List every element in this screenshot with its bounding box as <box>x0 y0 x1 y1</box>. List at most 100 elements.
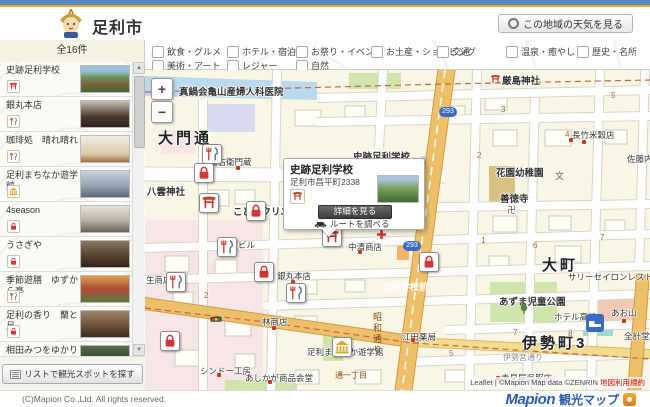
poi-dot <box>582 140 586 144</box>
restaurant-icon <box>7 150 20 163</box>
info-popup: 史跡足利学校 足利市昌平町2338 詳細を見る ルートを調べる <box>283 158 425 230</box>
map-marker-bag[interactable] <box>419 252 439 272</box>
map-marker-bag[interactable] <box>254 262 274 282</box>
block-number: 6 <box>533 241 537 250</box>
checkbox-box[interactable] <box>152 46 164 58</box>
spot-thumbnail <box>80 100 130 128</box>
spot-list-item[interactable]: 季節遊膳 ゆずから亭 <box>0 272 145 307</box>
map-canvas[interactable]: 真鍋会亀山産婦人科医院大門通茂右衛門蔵八雲神社こどもクリニック相沢ビル中清商店銀… <box>145 70 650 390</box>
attribution-text: Leaflet | ©Mapion Map data ©ZENRIN <box>470 378 598 387</box>
popup-address: 足利市昌平町2338 <box>290 176 360 188</box>
list-search-button-label: リストで観光スポットを探す <box>24 368 135 380</box>
map-label: 昭和通り <box>371 312 384 356</box>
popup-tail <box>322 229 336 237</box>
checkbox-box[interactable] <box>437 46 449 58</box>
checkbox-box[interactable] <box>577 46 589 58</box>
museum-icon <box>7 185 20 198</box>
spot-name: 4season <box>6 205 78 216</box>
scroll-down-button[interactable]: ▼ <box>133 344 145 356</box>
block-number: 1 <box>481 236 485 245</box>
spot-name: 相田みつをゆかりの店 めん割烹なか川 <box>6 345 78 356</box>
spot-thumbnail <box>80 65 130 93</box>
attribution-link[interactable]: 地図利用規約 <box>600 378 645 387</box>
checkbox-box[interactable] <box>506 46 518 58</box>
map-marker-torii[interactable] <box>199 193 219 213</box>
filter-label: ホテル・宿泊 <box>242 45 296 58</box>
footer-copyright: (C)Mapion Co.,Ltd. All rights reserved. <box>22 394 166 404</box>
map-label: 厳島神社 <box>502 73 540 87</box>
filter-label: 歴史・名所 <box>592 45 637 58</box>
map-label: 足利学校前 <box>383 280 428 293</box>
map-marker-signal[interactable] <box>209 312 223 326</box>
block-number: 8 <box>568 329 572 338</box>
poi-dot <box>236 166 240 170</box>
poi-dot <box>272 326 276 330</box>
map-label: 伊勢宮通り <box>503 352 543 363</box>
spot-list-item[interactable]: 4season <box>0 202 145 237</box>
filter-checkbox[interactable]: 温泉・癒やし <box>506 45 575 58</box>
spot-list-item[interactable]: 足利の香り 蘭と月 <box>0 307 145 342</box>
map-label: 佐藤内科 <box>627 153 650 165</box>
map-marker-bag[interactable] <box>160 331 180 351</box>
spot-list-item[interactable]: 相田みつをゆかりの店 めん割烹なか川 <box>0 342 145 356</box>
map-marker-tree[interactable] <box>518 303 530 315</box>
filter-label: 温泉・癒やし <box>521 45 575 58</box>
block-number: 7 <box>600 233 604 242</box>
poi-dot <box>411 338 415 342</box>
list-button-area: リストで観光スポットを探す <box>0 356 145 391</box>
spot-thumbnail <box>80 205 130 233</box>
filter-checkbox[interactable]: 歴史・名所 <box>577 45 637 58</box>
mapion-logo[interactable]: Mapion 観光マップ <box>505 391 636 407</box>
map-marker-fork[interactable] <box>217 237 237 257</box>
block-number: 7 <box>513 328 517 337</box>
map-label: 通一丁目 <box>335 370 367 381</box>
detail-button[interactable]: 詳細を見る <box>318 205 392 219</box>
weather-icon <box>508 18 519 29</box>
checkbox-box[interactable] <box>296 46 308 58</box>
restaurant-icon <box>7 290 20 303</box>
spot-list-item[interactable]: 史跡足利学校 <box>0 62 145 97</box>
scroll-thumb[interactable] <box>134 76 145 148</box>
spot-list-item[interactable]: 珈琲処 晴れ晴れ <box>0 132 145 167</box>
spot-list-item[interactable]: 銀丸本店 <box>0 97 145 132</box>
poi-dot <box>217 373 221 377</box>
torii-icon <box>290 189 305 204</box>
spot-name: 史跡足利学校 <box>6 65 78 76</box>
map-marker-fork[interactable] <box>202 144 222 164</box>
city-mascot-icon <box>56 9 86 39</box>
poi-dot <box>622 319 626 323</box>
spot-thumbnail <box>80 275 130 303</box>
map-marker-bag[interactable] <box>246 201 266 221</box>
map-label: 真鍋会亀山産婦人科医院 <box>179 84 284 98</box>
map-marker-museum[interactable] <box>332 337 352 357</box>
spot-list-item[interactable]: うさぎや <box>0 237 145 272</box>
zoom-out-button[interactable]: − <box>151 101 173 123</box>
map-label: あしかが商品会堂 <box>245 372 313 384</box>
block-number: 2 <box>204 291 208 300</box>
filter-checkbox[interactable]: 飲食・グルメ <box>152 45 221 58</box>
block-number: 5 <box>449 349 453 358</box>
filter-checkbox[interactable]: 交通 <box>437 45 470 58</box>
footer: (C)Mapion Co.,Ltd. All rights reserved. … <box>0 390 650 407</box>
zoom-in-button[interactable]: + <box>151 78 173 100</box>
map-marker-bag[interactable] <box>194 163 214 183</box>
checkbox-box[interactable] <box>227 46 239 58</box>
map-label: シンドー工房 <box>200 365 251 377</box>
map-marker-torii-plain[interactable] <box>490 74 501 85</box>
header: 足利市 この地域の天気を見る <box>0 7 650 41</box>
logo-badge-icon <box>623 393 636 406</box>
map-marker-hotel[interactable] <box>585 313 605 333</box>
car-icon <box>314 220 327 228</box>
scroll-up-button[interactable]: ▲ <box>133 62 145 74</box>
map-marker-fork[interactable] <box>286 283 306 303</box>
filter-checkbox[interactable]: ホテル・宿泊 <box>227 45 296 58</box>
filter-checkbox[interactable]: お祭り・イベント <box>296 45 383 58</box>
checkbox-box[interactable] <box>371 46 383 58</box>
spot-list-item[interactable]: 足利まちなか遊学館 <box>0 167 145 202</box>
list-scrollbar[interactable]: ▲ ▼ <box>132 62 144 356</box>
route-shield: 293 <box>439 107 457 117</box>
block-number: 3 <box>501 105 505 114</box>
weather-button[interactable]: この地域の天気を見る <box>498 14 633 33</box>
list-search-button[interactable]: リストで観光スポットを探す <box>2 364 143 384</box>
map-marker-fork[interactable] <box>166 272 186 292</box>
